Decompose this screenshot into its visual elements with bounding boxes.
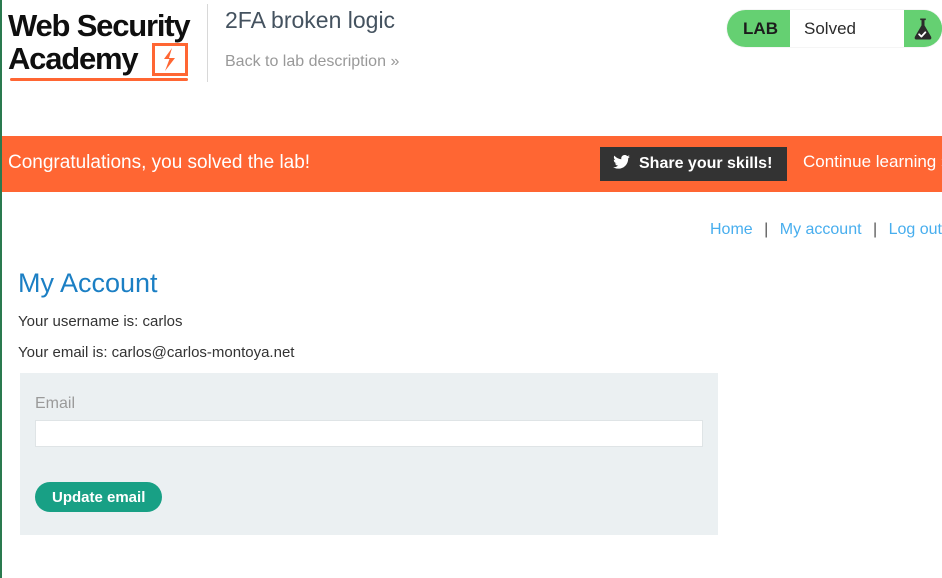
account-username-text: Your username is: carlos [18, 313, 183, 330]
solved-notification-banner: Congratulations, you solved the lab! Sha… [2, 136, 942, 192]
lab-status-widget[interactable]: LAB Solved [727, 10, 942, 47]
page-left-border [0, 0, 2, 578]
twitter-bird-icon [613, 154, 630, 174]
continue-link-label: Continue learning [803, 152, 937, 171]
nav-separator: | [873, 221, 878, 238]
account-email-text: Your email is: carlos@carlos-montoya.net [18, 344, 295, 361]
lab-status-value: Solved [790, 10, 904, 47]
share-button-label: Share your skills! [639, 155, 773, 172]
page-title: My Account [18, 268, 158, 298]
header-divider [207, 4, 208, 82]
lab-title: 2FA broken logic [225, 7, 396, 33]
nav-link-log-out[interactable]: Log out [889, 221, 942, 238]
flask-check-icon [904, 10, 942, 47]
logo-line-1: Web Security [8, 8, 191, 43]
academy-header: Web Security Academy 2FA broken logic Ba… [0, 0, 942, 88]
update-email-form-panel: Email Update email [20, 373, 718, 535]
continue-learning-link[interactable]: Continue learning » [803, 152, 942, 172]
banner-message: Congratulations, you solved the lab! [8, 152, 311, 173]
logo-line-2: Academy [8, 41, 139, 76]
lab-status-label: LAB [743, 18, 778, 38]
back-to-lab-description-link[interactable]: Back to lab description » [225, 53, 399, 71]
nav-link-my-account[interactable]: My account [780, 221, 862, 238]
share-your-skills-button[interactable]: Share your skills! [600, 147, 788, 181]
nav-separator: | [764, 221, 769, 238]
lightning-bolt-icon [152, 43, 188, 76]
email-input[interactable] [35, 420, 703, 447]
account-nav-links: Home | My account | Log out [710, 221, 942, 239]
email-field-label: Email [35, 395, 76, 412]
logo-underline-swoosh [10, 78, 188, 81]
nav-link-home[interactable]: Home [710, 221, 753, 238]
back-link-label: Back to lab description [225, 53, 386, 70]
update-email-button[interactable]: Update email [35, 482, 163, 512]
chevron-double-right-icon: » [390, 53, 399, 70]
web-security-academy-logo[interactable]: Web Security Academy [8, 8, 194, 81]
